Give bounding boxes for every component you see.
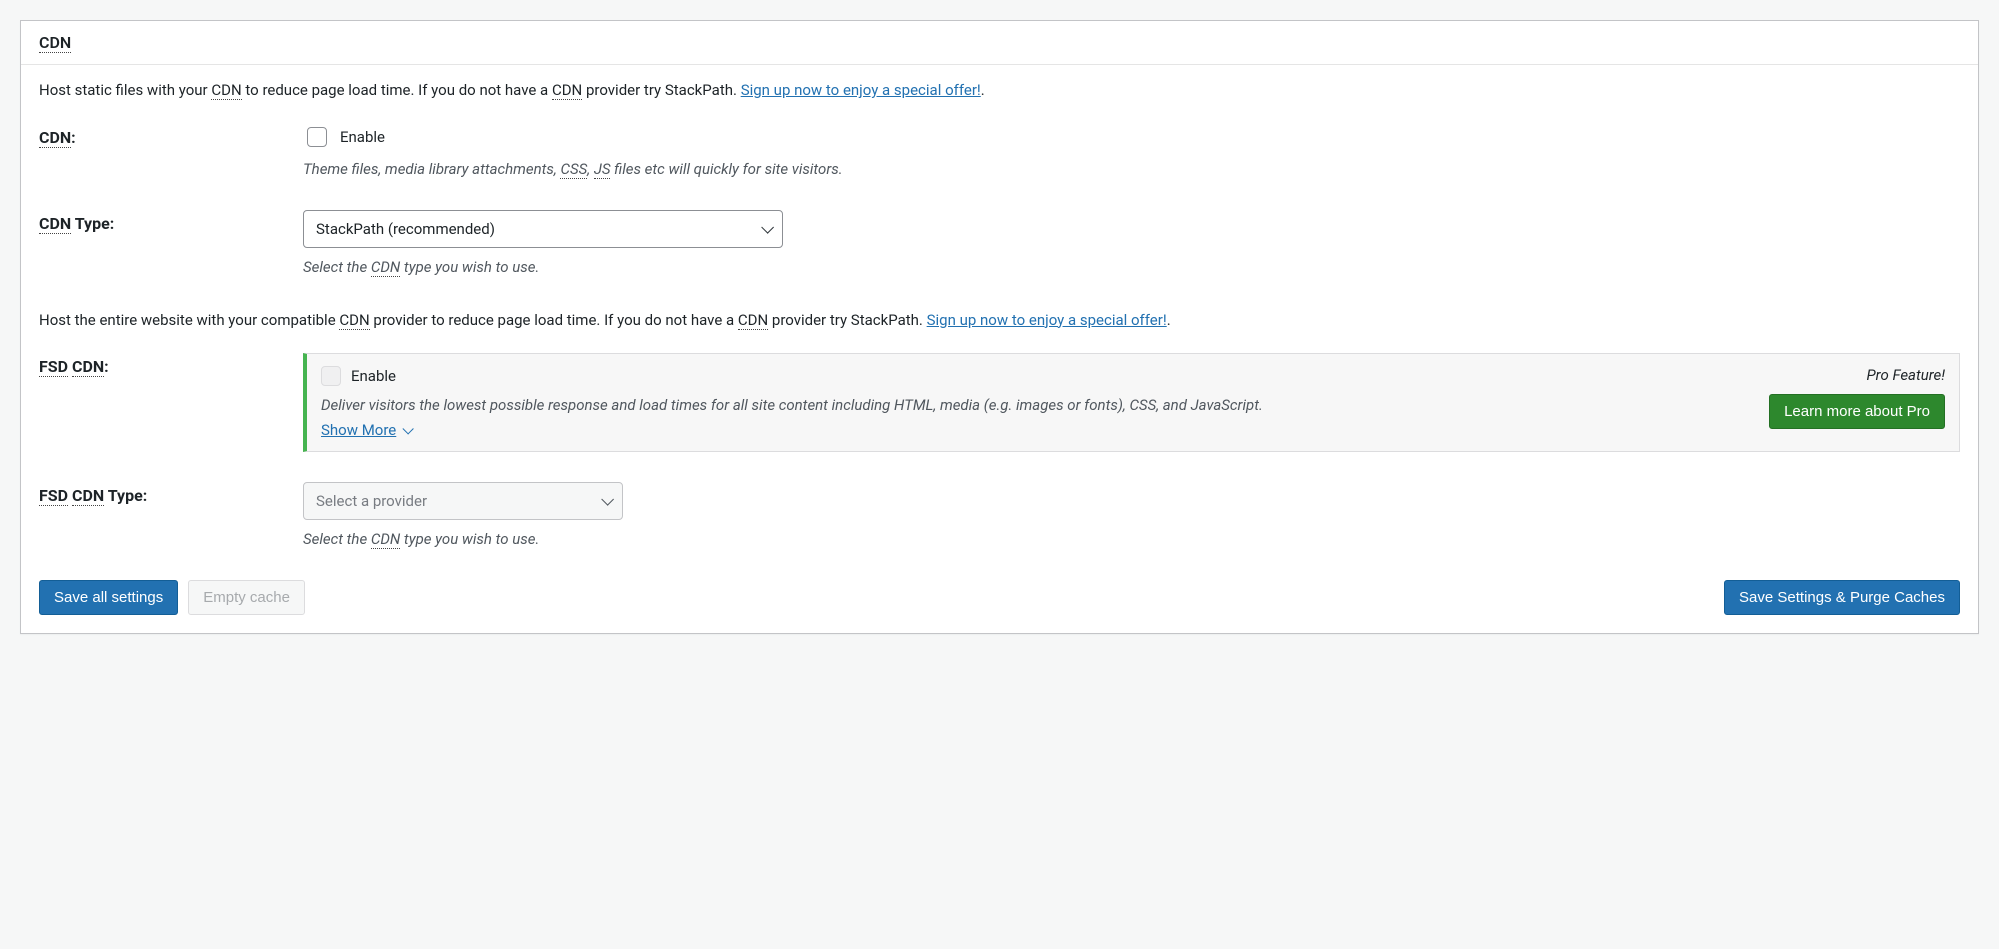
cdn-enable-label: Enable: [340, 128, 385, 146]
label-fsd-cdn: FSD CDN:: [39, 353, 303, 376]
row-cdn-type: CDN Type: StackPath (recommended) Select…: [39, 210, 1960, 279]
cdn-enable-desc: Theme files, media library attachments, …: [303, 158, 1960, 181]
fsd-type-desc: Select the CDN type you wish to use.: [303, 528, 1960, 551]
chevron-down-icon: [601, 492, 610, 510]
panel-header: CDN: [21, 21, 1978, 65]
cdn-abbr: CDN: [39, 33, 71, 53]
label-cdn-type: CDN Type:: [39, 210, 303, 233]
footer-actions: Save all settings Empty cache Save Setti…: [39, 580, 1960, 615]
fsd-enable-label: Enable: [351, 367, 396, 385]
intro-full-site: Host the entire website with your compat…: [39, 309, 1960, 332]
intro-static-files: Host static files with your CDN to reduc…: [39, 79, 1960, 102]
fsd-enable-desc: Deliver visitors the lowest possible res…: [321, 394, 1745, 417]
cdn-type-selected: StackPath (recommended): [316, 220, 495, 238]
label-cdn: CDN:: [39, 124, 303, 147]
empty-cache-button: Empty cache: [188, 580, 305, 615]
panel-title: CDN: [39, 33, 1960, 52]
fsd-enable-checkbox: [321, 366, 341, 386]
cdn-settings-panel: CDN Host static files with your CDN to r…: [20, 20, 1979, 634]
label-fsd-cdn-type: FSD CDN Type:: [39, 482, 303, 505]
signup-link-2[interactable]: Sign up now to enjoy a special offer!: [927, 311, 1167, 329]
chevron-down-icon: [761, 220, 770, 238]
fsd-type-placeholder: Select a provider: [316, 492, 427, 510]
save-purge-button[interactable]: Save Settings & Purge Caches: [1724, 580, 1960, 615]
pro-feature-box: Enable Deliver visitors the lowest possi…: [303, 353, 1960, 452]
learn-more-pro-button[interactable]: Learn more about Pro: [1769, 394, 1945, 429]
chevron-down-icon: [402, 421, 410, 439]
row-fsd-cdn-type: FSD CDN Type: Select a provider Select t…: [39, 482, 1960, 551]
cdn-type-desc: Select the CDN type you wish to use.: [303, 256, 1960, 279]
cdn-enable-checkbox[interactable]: [307, 127, 327, 147]
panel-body: Host static files with your CDN to reduc…: [21, 65, 1978, 633]
fsd-type-select: Select a provider: [303, 482, 623, 520]
save-all-button[interactable]: Save all settings: [39, 580, 178, 615]
show-more-link[interactable]: Show More: [321, 421, 410, 439]
pro-feature-label: Pro Feature!: [1745, 366, 1945, 384]
signup-link-1[interactable]: Sign up now to enjoy a special offer!: [741, 81, 981, 99]
row-cdn-enable: CDN: Enable Theme files, media library a…: [39, 124, 1960, 181]
cdn-type-select[interactable]: StackPath (recommended): [303, 210, 783, 248]
row-fsd-cdn: FSD CDN: Enable Deliver visitors the low…: [39, 353, 1960, 452]
